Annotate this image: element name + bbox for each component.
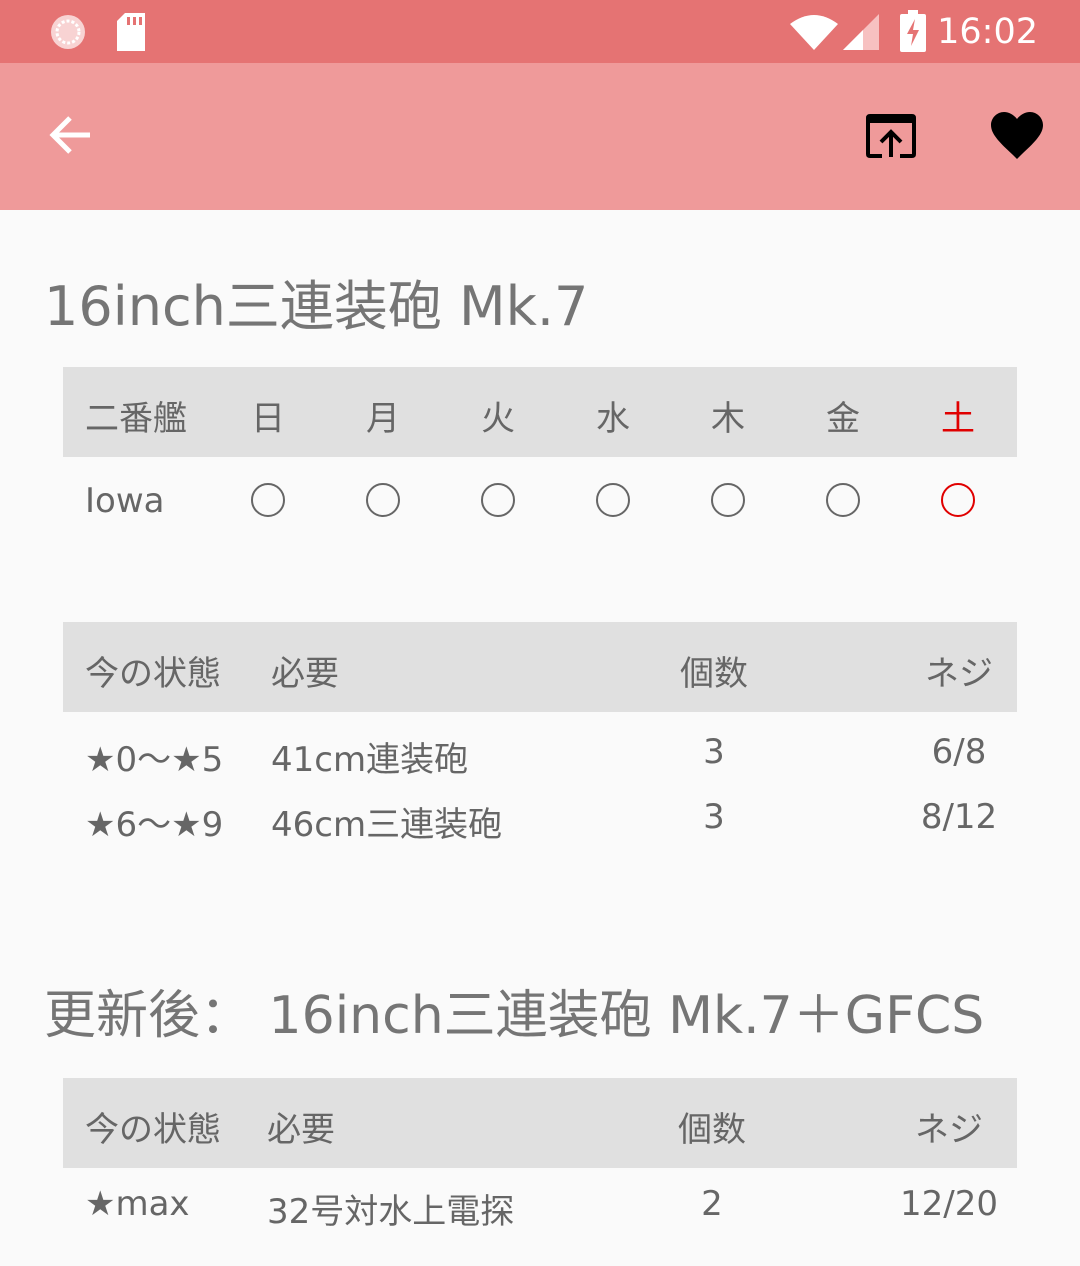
app-icon: [51, 15, 85, 49]
row-count: 3: [703, 732, 725, 772]
sd-card-icon: [117, 13, 145, 51]
clock: 16:02: [937, 12, 1038, 52]
row-required-item: 41cm連装砲: [271, 740, 469, 780]
row-state: ★max: [85, 1184, 190, 1224]
table-row: ★0〜★5 41cm連装砲 3 6/8: [63, 712, 1017, 780]
mark-tue: [481, 483, 515, 517]
requirements-header: 今の状態 必要 個数 ネジ: [63, 622, 1017, 712]
row-state: ★0〜★5: [85, 740, 224, 780]
heart-icon[interactable]: [989, 111, 1045, 161]
schedule-header: 二番艦 日 月 火 水 木 金 土: [63, 367, 1017, 457]
header-second-ship: 二番艦: [85, 399, 187, 439]
mark-fri: [826, 483, 860, 517]
header-tue: 火: [481, 399, 515, 439]
mark-wed: [596, 483, 630, 517]
row-required-item: 46cm三連装砲: [271, 805, 503, 845]
arrow-left-icon[interactable]: [48, 112, 94, 158]
header-thu: 木: [711, 399, 745, 439]
schedule-table: 二番艦 日 月 火 水 木 金 土 Iowa: [63, 367, 1017, 547]
row-count: 3: [703, 797, 725, 837]
upgrade-header: 今の状態 必要 個数 ネジ: [63, 1078, 1017, 1168]
row-screws: 8/12: [920, 797, 998, 837]
header-sun: 日: [251, 399, 285, 439]
battery-charging-icon: [900, 10, 926, 52]
requirements-table: 今の状態 必要 個数 ネジ ★0〜★5 41cm連装砲 3 6/8 ★6〜★9 …: [63, 622, 1017, 845]
app-bar: [0, 63, 1080, 210]
mark-sat: [941, 483, 975, 517]
header-fri: 金: [826, 399, 860, 439]
row-state: ★6〜★9: [85, 805, 224, 845]
open-in-browser-icon[interactable]: [866, 113, 916, 159]
row-screws: 12/20: [900, 1184, 998, 1224]
header-screws: ネジ: [925, 654, 993, 694]
upgrade-title: 更新後： 16inch三連装砲 Mk.7＋GFCS: [44, 986, 985, 1046]
header-mon: 月: [366, 399, 400, 439]
cell-signal-icon: [843, 14, 879, 50]
ship-name: Iowa: [85, 481, 165, 521]
status-bar: 16:02: [0, 0, 1080, 63]
item-title: 16inch三連装砲 Mk.7: [44, 275, 589, 338]
header-required: 必要: [271, 654, 339, 694]
upgrade-table: 今の状態 必要 個数 ネジ ★max 32号対水上電探 2 12/20: [63, 1078, 1017, 1258]
row-required-item: 32号対水上電探: [267, 1192, 515, 1232]
header-count: 個数: [678, 1110, 746, 1150]
header-count: 個数: [680, 654, 748, 694]
table-row: ★max 32号対水上電探 2 12/20: [63, 1168, 1017, 1258]
mark-thu: [711, 483, 745, 517]
header-sat: 土: [941, 399, 975, 439]
header-current-state: 今の状態: [85, 654, 221, 694]
wifi-icon: [790, 15, 838, 50]
header-screws: ネジ: [915, 1110, 983, 1150]
mark-mon: [366, 483, 400, 517]
row-screws: 6/8: [931, 732, 987, 772]
header-required: 必要: [267, 1110, 335, 1150]
row-count: 2: [701, 1184, 723, 1224]
table-row: ★6〜★9 46cm三連装砲 3 8/12: [63, 777, 1017, 845]
header-wed: 水: [596, 399, 630, 439]
header-current-state: 今の状態: [85, 1110, 221, 1150]
mark-sun: [251, 483, 285, 517]
schedule-row: Iowa: [63, 457, 1017, 547]
